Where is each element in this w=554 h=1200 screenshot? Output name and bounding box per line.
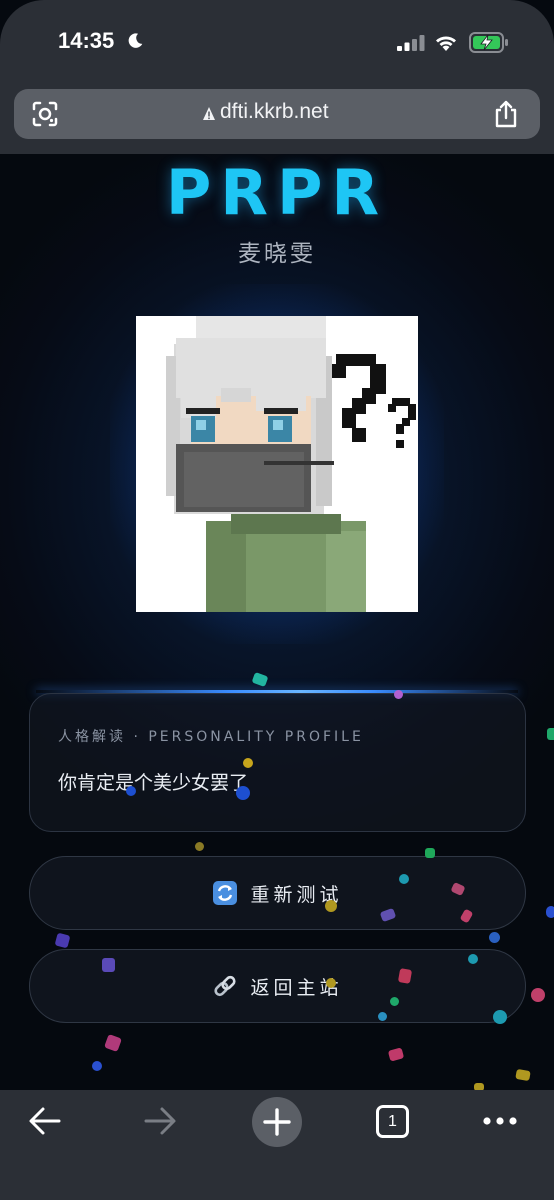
more-icon[interactable] [482, 1116, 518, 1126]
confetti-particle [390, 997, 399, 1006]
confetti-particle [547, 728, 554, 740]
page-content: PRPR 麦晓雯 人格解读 · PERSONALITY PROFILE 你肯定是… [0, 154, 554, 1090]
confetti-particle [493, 1010, 507, 1024]
browser-toolbar: 1 [0, 1090, 554, 1200]
confetti-particle [474, 1083, 484, 1090]
confetti-particle [54, 932, 71, 949]
status-time: 14:35 [58, 28, 115, 53]
tabs-button[interactable]: 1 [376, 1105, 409, 1138]
retry-button[interactable]: 重新测试 [29, 856, 526, 930]
forward-arrow-icon[interactable] [143, 1106, 177, 1136]
confetti-particle [325, 900, 337, 912]
personality-profile-card: 人格解读 · PERSONALITY PROFILE 你肯定是个美少女罢了 [29, 693, 526, 832]
confetti-particle [243, 758, 253, 768]
confetti-particle [378, 1012, 387, 1021]
confetti-particle [195, 842, 204, 851]
confetti-particle [236, 786, 250, 800]
refresh-icon [213, 881, 238, 905]
page-subtitle: 麦晓雯 [238, 241, 316, 267]
wifi-icon [436, 36, 456, 51]
confetti-particle [387, 1047, 405, 1062]
link-icon [214, 975, 237, 997]
confetti-particle [425, 848, 435, 858]
new-tab-button[interactable] [252, 1097, 302, 1147]
signal-icon [397, 35, 425, 51]
page-title: PRPR [165, 156, 389, 229]
confetti-particle [126, 786, 136, 796]
warning-lock-icon [203, 107, 215, 120]
browser-chrome-top: 14:35 dfti.kkrb.net [0, 0, 554, 154]
moon-icon [128, 33, 143, 48]
confetti-particle [489, 932, 500, 943]
confetti-particle [531, 988, 545, 1002]
confetti-particle [397, 968, 413, 984]
url-text[interactable]: dfti.kkrb.net [220, 100, 329, 124]
confetti-particle [92, 1061, 102, 1071]
confetti-particle [102, 958, 115, 972]
share-icon[interactable] [492, 99, 520, 129]
profile-card-label: 人格解读 · PERSONALITY PROFILE [58, 729, 364, 745]
profile-card-text: 你肯定是个美少女罢了 [58, 772, 249, 794]
confetti-particle [515, 1068, 531, 1082]
battery-charging-icon [469, 32, 508, 53]
avatar-image [136, 316, 418, 612]
confetti-particle [468, 954, 478, 964]
status-bar: 14:35 [0, 24, 554, 60]
back-arrow-icon[interactable] [28, 1106, 62, 1136]
plus-icon [263, 1108, 291, 1136]
confetti-particle [394, 690, 403, 699]
confetti-particle [251, 671, 269, 688]
address-bar[interactable]: dfti.kkrb.net [14, 89, 540, 139]
confetti-particle [546, 906, 554, 918]
confetti-particle [399, 874, 409, 884]
confetti-particle [104, 1034, 122, 1052]
lens-icon[interactable] [32, 101, 58, 127]
confetti-particle [326, 978, 336, 988]
